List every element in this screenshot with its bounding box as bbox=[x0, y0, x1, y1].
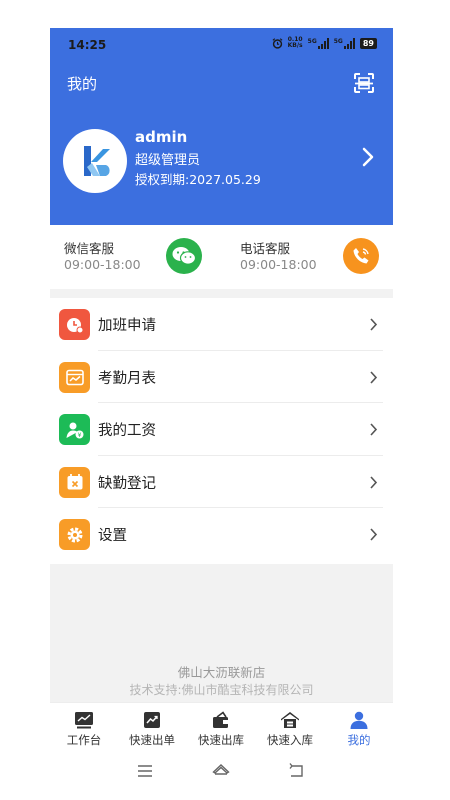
profile-name: admin bbox=[135, 128, 188, 146]
overtime-icon bbox=[59, 309, 90, 340]
tab-label: 快速入库 bbox=[267, 733, 313, 747]
avatar[interactable] bbox=[63, 129, 127, 193]
profile-header: 我的 admin 超级管理员 授权到期:2027.05.29 bbox=[50, 62, 393, 225]
phone-service-title: 电话客服 bbox=[240, 241, 291, 256]
tab-dashboard[interactable]: 工作台 bbox=[50, 703, 118, 751]
alarm-icon bbox=[272, 37, 283, 49]
tab-label: 工作台 bbox=[66, 733, 102, 747]
menu-item-absence[interactable]: 缺勤登记 bbox=[50, 456, 393, 508]
profile-role: 超级管理员 bbox=[135, 153, 201, 168]
scan-icon[interactable] bbox=[352, 71, 376, 95]
chevron-right-icon bbox=[370, 370, 378, 384]
home-icon[interactable] bbox=[212, 762, 230, 780]
salary-icon: ¥ bbox=[59, 414, 90, 445]
menu-item-label: 我的工资 bbox=[98, 423, 156, 439]
store-name: 佛山大沥联新店 bbox=[177, 665, 266, 680]
status-time: 14:25 bbox=[68, 38, 107, 52]
signal-label-2: 5G bbox=[333, 37, 343, 45]
signal-icon: 5G bbox=[307, 37, 329, 49]
menu-item-label: 考勤月表 bbox=[98, 370, 156, 387]
svg-text:¥: ¥ bbox=[77, 432, 81, 439]
menu-item-label: 加班申请 bbox=[98, 318, 156, 334]
menu-item-settings[interactable]: 设置 bbox=[50, 508, 393, 561]
menu-item-label: 缺勤登记 bbox=[98, 475, 156, 492]
tab-label: 我的 bbox=[347, 733, 371, 747]
chevron-right-icon[interactable] bbox=[361, 146, 375, 168]
section-divider bbox=[50, 289, 393, 298]
settings-icon bbox=[59, 519, 90, 550]
menu-icon[interactable] bbox=[136, 762, 154, 780]
tech-support: 技术支持:佛山市酷宝科技有限公司 bbox=[129, 683, 314, 697]
phone-icon bbox=[343, 238, 379, 274]
absence-icon bbox=[59, 466, 90, 498]
chevron-right-icon bbox=[370, 318, 378, 331]
net-speed-unit: KB/s bbox=[287, 42, 303, 49]
profile-expiry: 授权到期:2027.05.29 bbox=[135, 172, 261, 187]
tab-quick-order[interactable]: 快速出单 bbox=[118, 703, 186, 751]
menu-item-overtime[interactable]: 加班申请 bbox=[50, 298, 393, 351]
wechat-service-title: 微信客服 bbox=[64, 241, 115, 256]
status-indicators: 0.10 KB/s 5G 5G 89 bbox=[272, 37, 377, 49]
calendar-chart-icon bbox=[59, 361, 90, 393]
battery-icon: 89 bbox=[359, 37, 377, 49]
menu-item-label: 设置 bbox=[98, 528, 127, 544]
trend-icon bbox=[144, 712, 160, 728]
menu-list: 加班申请 考勤月表 ¥ 我的工资 缺勤登记 设置 bbox=[50, 298, 393, 561]
dashboard-icon bbox=[75, 712, 93, 729]
tab-label: 快速出单 bbox=[129, 733, 175, 747]
tab-quick-inbound[interactable]: 快速入库 bbox=[256, 703, 324, 751]
page-title: 我的 bbox=[67, 75, 98, 93]
menu-item-attendance-monthly[interactable]: 考勤月表 bbox=[50, 351, 393, 403]
tab-label: 快速出库 bbox=[198, 733, 244, 747]
signal-icon-2: 5G bbox=[333, 37, 355, 49]
wechat-icon bbox=[166, 238, 202, 274]
signal-label-1: 5G bbox=[307, 37, 317, 45]
chevron-right-icon bbox=[370, 475, 378, 489]
wechat-service-button[interactable]: 微信客服 09:00-18:00 bbox=[50, 225, 221, 289]
menu-item-salary[interactable]: ¥ 我的工资 bbox=[50, 403, 393, 456]
chevron-right-icon bbox=[370, 423, 378, 436]
customer-service-row: 微信客服 09:00-18:00 电话客服 09:00-18:00 bbox=[50, 225, 393, 289]
outbound-icon bbox=[213, 711, 228, 728]
phone-service-button[interactable]: 电话客服 09:00-18:00 bbox=[222, 225, 393, 289]
back-icon[interactable] bbox=[288, 762, 306, 780]
system-nav-bar bbox=[50, 750, 393, 793]
tab-quick-outbound[interactable]: 快速出库 bbox=[187, 703, 255, 751]
status-bar: 14:25 0.10 KB/s 5G 5G 89 bbox=[50, 28, 393, 62]
bottom-tab-bar: 工作台 快速出单 快速出库 快速入库 我的 bbox=[50, 702, 393, 751]
inbound-icon bbox=[281, 712, 299, 728]
wechat-service-hours: 09:00-18:00 bbox=[64, 257, 141, 272]
user-icon bbox=[350, 711, 368, 729]
tab-mine[interactable]: 我的 bbox=[325, 703, 393, 751]
net-speed: 0.10 KB/s bbox=[288, 37, 303, 49]
app-screen: 14:25 0.10 KB/s 5G 5G 89 我的 admin 超级管理员 … bbox=[50, 28, 393, 793]
chevron-right-icon bbox=[370, 528, 378, 541]
company-logo-icon bbox=[84, 146, 110, 176]
phone-service-hours: 09:00-18:00 bbox=[240, 257, 317, 272]
footer-area: 佛山大沥联新店 技术支持:佛山市酷宝科技有限公司 bbox=[50, 564, 393, 702]
